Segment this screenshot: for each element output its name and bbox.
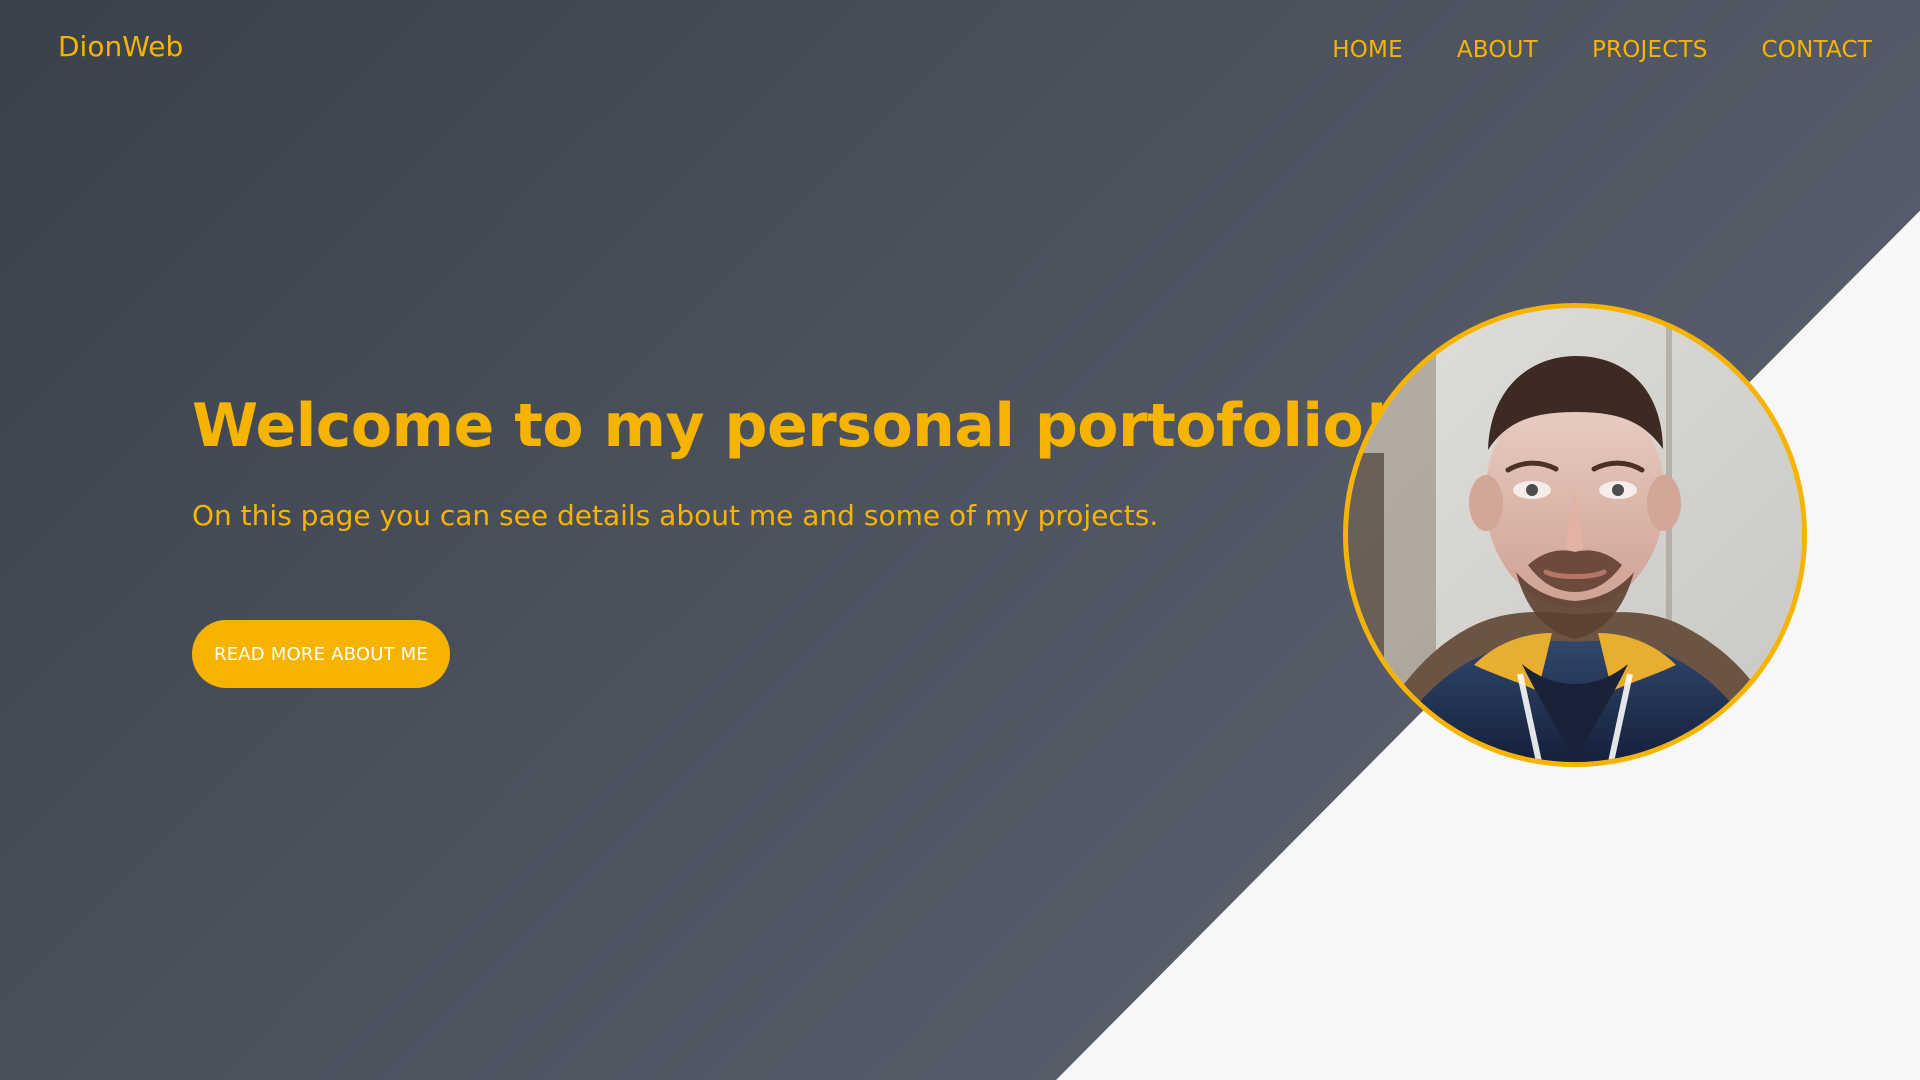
nav-projects-link[interactable]: PROJECTS: [1592, 37, 1708, 63]
hero-content: Welcome to my personal portofolio! On th…: [192, 391, 1391, 688]
read-more-button[interactable]: READ MORE ABOUT ME: [192, 620, 450, 688]
top-navigation: DionWeb HOME ABOUT PROJECTS CONTACT: [0, 0, 1920, 110]
main-menu: HOME ABOUT PROJECTS CONTACT: [1332, 37, 1872, 63]
hero-subtitle: On this page you can see details about m…: [192, 499, 1159, 532]
nav-contact-link[interactable]: CONTACT: [1762, 37, 1872, 63]
nav-about-link[interactable]: ABOUT: [1457, 37, 1538, 63]
nav-home-link[interactable]: HOME: [1332, 37, 1403, 63]
profile-photo: [1343, 303, 1807, 767]
hero-title: Welcome to my personal portofolio!: [192, 391, 1391, 461]
brand-logo[interactable]: DionWeb: [58, 30, 183, 63]
profile-photo-illustration: [1348, 308, 1802, 762]
